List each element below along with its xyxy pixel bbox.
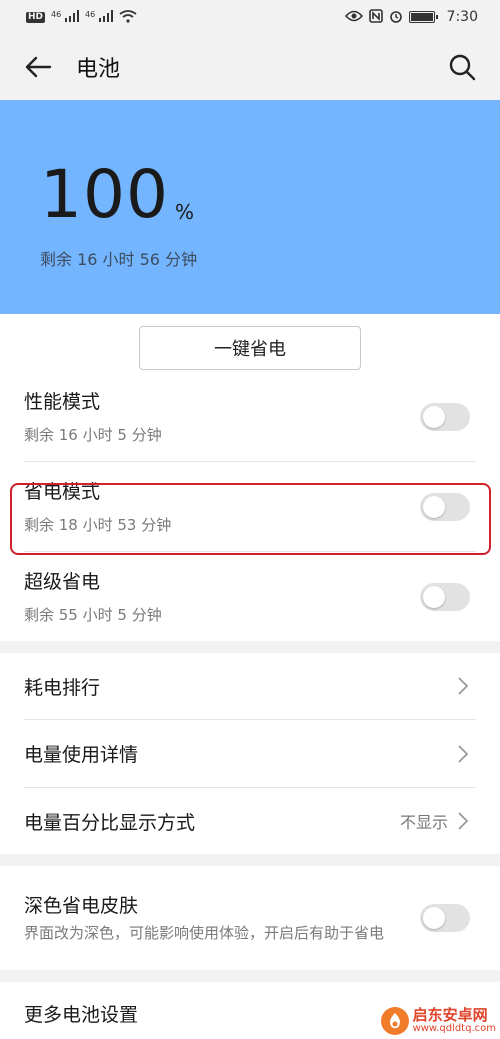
nav-row-usage-details[interactable]: 电量使用详情 — [0, 720, 500, 787]
status-time: 7:30 — [446, 9, 478, 25]
watermark-url: www.qdldtq.com — [412, 1022, 496, 1034]
section-gap — [0, 970, 500, 982]
nav-row-percentage-display[interactable]: 电量百分比显示方式 不显示 — [0, 788, 500, 854]
nav-title: 电量使用详情 — [24, 744, 139, 766]
dark-skin-section: 深色省电皮肤 界面改为深色，可能影响使用体验，开启后有助于省电 — [0, 866, 500, 970]
mode-subtitle: 剩余 55 小时 5 分钟 — [24, 605, 162, 624]
mode-row-performance[interactable]: 性能模式 剩余 16 小时 5 分钟 — [0, 372, 500, 461]
power-saving-mode-toggle[interactable] — [420, 492, 470, 521]
nav-title: 耗电排行 — [24, 676, 101, 699]
watermark: 启东安卓网 www.qdldtq.com — [380, 1005, 496, 1035]
signal-icon: 46 — [85, 10, 114, 24]
percentage-display-value: 不显示 — [399, 813, 448, 832]
watermark-name: 启东安卓网 — [412, 1005, 488, 1024]
section-gap — [0, 641, 500, 653]
mode-row-power-saving[interactable]: 省电模式 剩余 18 小时 53 分钟 — [0, 462, 500, 551]
section-gap — [0, 854, 500, 866]
toggle-knob — [423, 907, 445, 929]
page-title: 电池 — [76, 57, 121, 82]
back-button[interactable] — [22, 51, 54, 83]
battery-icon — [408, 11, 438, 23]
performance-mode-toggle[interactable] — [420, 402, 470, 431]
back-arrow-icon — [25, 56, 52, 78]
super-saving-mode-toggle[interactable] — [420, 582, 470, 611]
dark-skin-subtitle: 界面改为深色，可能影响使用体验，开启后有助于省电 — [24, 924, 385, 943]
dark-skin-toggle[interactable] — [420, 904, 470, 932]
mode-title: 性能模式 — [24, 390, 101, 413]
battery-remaining-time: 剩余 16 小时 56 分钟 — [40, 250, 198, 269]
one-key-section: 一键省电 — [0, 314, 500, 372]
status-bar: HD 46 46 7:30 — [0, 0, 500, 34]
toggle-knob — [423, 585, 445, 608]
battery-info-list: 耗电排行 电量使用详情 电量百分比显示方式 不显示 — [0, 653, 500, 854]
mode-title: 超级省电 — [24, 570, 101, 593]
chevron-right-icon — [456, 811, 470, 831]
hd-icon: HD — [26, 11, 46, 23]
nav-row-power-ranking[interactable]: 耗电排行 — [0, 653, 500, 719]
nfc-icon — [368, 9, 383, 25]
battery-percent-value: 100 — [40, 156, 169, 233]
status-right: 7:30 — [344, 9, 478, 25]
mode-subtitle: 剩余 18 小时 53 分钟 — [24, 515, 172, 534]
chevron-right-icon — [456, 744, 470, 764]
battery-percent-unit: % — [174, 200, 194, 224]
eye-icon — [344, 10, 363, 24]
status-left: HD 46 46 — [26, 9, 137, 25]
search-icon — [449, 54, 476, 81]
mode-title: 省电模式 — [24, 480, 101, 503]
mode-subtitle: 剩余 16 小时 5 分钟 — [24, 425, 162, 444]
chevron-right-icon — [456, 676, 470, 696]
dark-skin-row[interactable]: 深色省电皮肤 界面改为深色，可能影响使用体验，开启后有助于省电 — [0, 866, 500, 970]
one-key-save-button[interactable]: 一键省电 — [139, 326, 361, 370]
dark-skin-title: 深色省电皮肤 — [24, 895, 139, 918]
wifi-icon — [119, 9, 137, 25]
mode-row-super-saving[interactable]: 超级省电 剩余 55 小时 5 分钟 — [0, 552, 500, 641]
search-button[interactable] — [446, 51, 478, 83]
alarm-icon — [389, 9, 403, 25]
toggle-knob — [423, 405, 445, 428]
power-modes-list: 性能模式 剩余 16 小时 5 分钟 省电模式 剩余 18 小时 53 分钟 超… — [0, 372, 500, 641]
toggle-knob — [423, 495, 445, 518]
watermark-logo-icon — [380, 1007, 409, 1035]
app-header: 电池 — [0, 34, 500, 100]
nav-title: 电量百分比显示方式 — [24, 811, 196, 834]
battery-percentage: 100 % — [40, 162, 500, 228]
signal-icon: 46 — [51, 10, 80, 24]
battery-hero: 100 % 剩余 16 小时 56 分钟 — [0, 100, 500, 314]
